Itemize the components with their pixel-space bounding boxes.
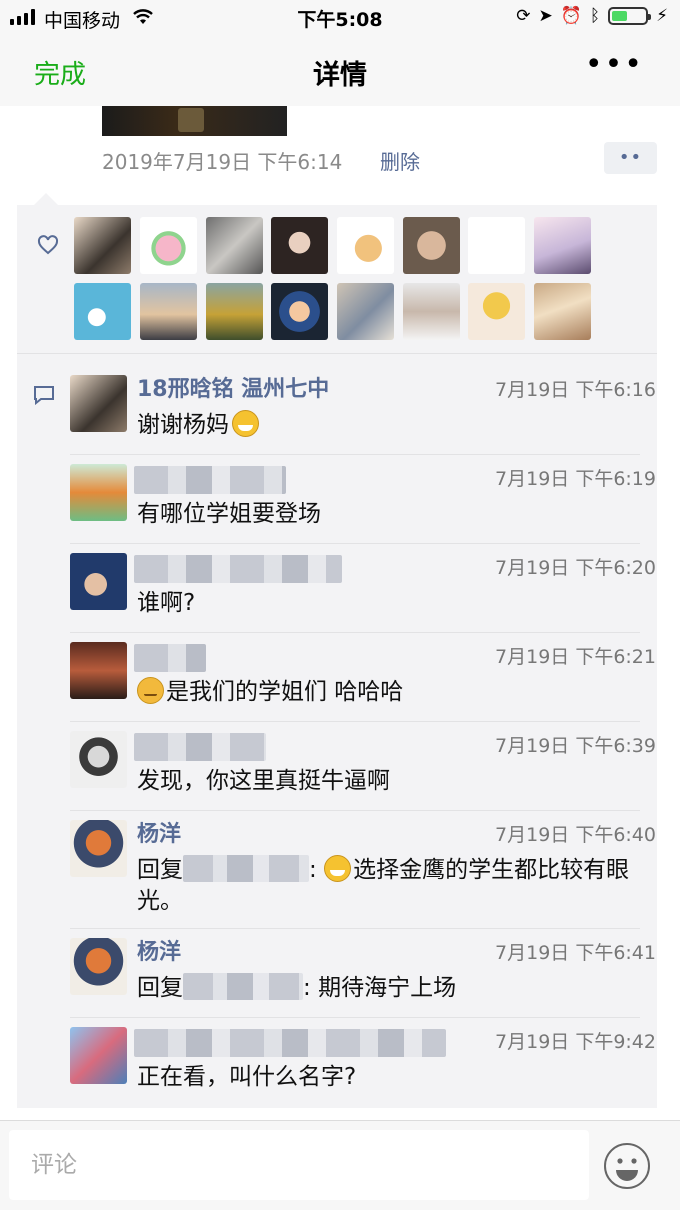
moment-image[interactable] [102, 106, 287, 136]
reply-prefix: 回复 [137, 857, 183, 883]
comment-text-content: 谢谢杨妈 [137, 412, 229, 438]
reply-colon: : [303, 975, 311, 1001]
liker-avatar[interactable] [534, 217, 591, 274]
comment-bar: 评论 [0, 1120, 680, 1210]
comment-time: 7月19日 下午6:39 [495, 735, 656, 757]
more-options-button[interactable]: ••• [585, 50, 644, 80]
comment-time: 7月19日 下午6:21 [495, 646, 656, 668]
done-button[interactable]: 完成 [34, 54, 86, 91]
likes-comments-panel: 18邢晗铭 温州七中 7月19日 下午6:16 谢谢杨妈 7月19日 下午6:1… [17, 205, 657, 1108]
smirk-emoji-icon [137, 677, 164, 704]
commenter-name[interactable]: 杨洋 [137, 816, 181, 848]
commenter-avatar[interactable] [70, 731, 127, 788]
rotation-lock-icon: ⟳ [516, 6, 531, 26]
delete-link[interactable]: 删除 [380, 146, 420, 175]
status-bar: 中国移动 下午5:08 ⟳ ➤ ⏰ ᛒ ⚡ [0, 0, 680, 36]
charging-icon: ⚡ [656, 6, 668, 26]
like-comment-button[interactable]: •• [604, 142, 657, 174]
likes-section [17, 205, 657, 354]
comment-text: 发现，你这里真挺牛逼啊 [137, 768, 390, 794]
location-icon: ➤ [538, 6, 553, 26]
reply-prefix: 回复 [137, 975, 183, 1001]
blurred-commenter-name [134, 733, 266, 761]
liker-avatar[interactable] [74, 217, 131, 274]
comment-item[interactable]: 7月19日 下午9:42 正在看，叫什么名字? [70, 1017, 656, 1106]
comment-time: 7月19日 下午6:20 [495, 557, 656, 579]
comment-item[interactable]: 7月19日 下午6:21 是我们的学姐们 哈哈哈 [70, 632, 656, 722]
commenter-avatar[interactable] [70, 375, 127, 432]
comment-text: 谢谢杨妈 [137, 410, 642, 441]
liker-avatar[interactable] [534, 283, 591, 340]
comment-item[interactable]: 7月19日 下午6:39 发现，你这里真挺牛逼啊 [70, 721, 656, 811]
reply-colon: : [309, 857, 317, 883]
commenter-avatar[interactable] [70, 642, 127, 699]
liker-avatar[interactable] [271, 283, 328, 340]
blurred-reply-target [183, 855, 309, 882]
nav-bar: 完成 详情 ••• [0, 36, 680, 106]
liker-avatar[interactable] [403, 217, 460, 274]
comment-time: 7月19日 下午6:16 [495, 379, 656, 401]
bluetooth-icon: ᛒ [589, 6, 601, 26]
comment-text-content: 是我们的学姐们 哈哈哈 [166, 679, 404, 705]
comment-text: 正在看，叫什么名字? [137, 1064, 357, 1090]
comment-item[interactable]: 杨洋 7月19日 下午6:40 回复: 选择金鹰的学生都比较有眼光。 [70, 810, 656, 929]
comment-time: 7月19日 下午6:19 [495, 468, 656, 490]
liker-avatar[interactable] [468, 217, 525, 274]
comment-text: 有哪位学姐要登场 [137, 501, 321, 527]
commenter-avatar[interactable] [70, 820, 127, 877]
comment-input[interactable]: 评论 [9, 1130, 589, 1200]
comment-text: 是我们的学姐们 哈哈哈 [137, 677, 642, 708]
comment-item[interactable]: 7月19日 下午6:19 有哪位学姐要登场 [70, 454, 656, 544]
comment-item[interactable]: 杨洋 7月19日 下午6:41 回复: 期待海宁上场 [70, 928, 656, 1018]
battery-icon [608, 7, 652, 25]
comment-text: 回复: 期待海宁上场 [137, 973, 642, 1004]
liker-avatar[interactable] [206, 217, 263, 274]
blurred-commenter-name [134, 555, 342, 583]
liker-avatar[interactable] [140, 217, 197, 274]
comment-text: 回复: 选择金鹰的学生都比较有眼光。 [137, 855, 642, 917]
comment-time: 7月19日 下午6:40 [495, 824, 656, 846]
blurred-commenter-name [134, 466, 286, 494]
comment-item[interactable]: 7月19日 下午6:20 谁啊? [70, 543, 656, 633]
panel-notch [34, 193, 58, 205]
comment-time: 7月19日 下午6:41 [495, 942, 656, 964]
blurred-reply-target [183, 973, 303, 1000]
liker-avatar[interactable] [140, 283, 197, 340]
page-title: 详情 [313, 60, 367, 91]
commenter-name[interactable]: 杨洋 [137, 934, 181, 966]
heart-icon [37, 235, 59, 255]
emoji-button-icon[interactable] [602, 1141, 652, 1191]
blurred-commenter-name [134, 644, 206, 672]
commenter-avatar[interactable] [70, 464, 127, 521]
liker-avatar[interactable] [403, 283, 460, 340]
commenter-avatar[interactable] [70, 938, 127, 995]
comment-text: 谁啊? [137, 590, 196, 616]
comment-time: 7月19日 下午9:42 [495, 1031, 656, 1053]
comment-text-content: 期待海宁上场 [318, 975, 457, 1001]
comment-icon [34, 386, 54, 405]
grin-emoji-icon [232, 410, 259, 437]
comment-item[interactable]: 18邢晗铭 温州七中 7月19日 下午6:16 谢谢杨妈 [70, 365, 656, 455]
moment-date: 2019年7月19日 下午6:14 [102, 150, 343, 174]
liker-avatar[interactable] [337, 217, 394, 274]
commenter-avatar[interactable] [70, 1027, 127, 1084]
blurred-commenter-name [134, 1029, 446, 1057]
commenter-avatar[interactable] [70, 553, 127, 610]
liker-avatar[interactable] [337, 283, 394, 340]
grin-emoji-icon [324, 855, 352, 882]
liker-avatar[interactable] [271, 217, 328, 274]
commenter-name[interactable]: 18邢晗铭 温州七中 [137, 371, 329, 403]
alarm-icon: ⏰ [560, 6, 582, 26]
liker-avatar[interactable] [468, 283, 525, 340]
liker-avatar[interactable] [206, 283, 263, 340]
liker-avatar[interactable] [74, 283, 131, 340]
